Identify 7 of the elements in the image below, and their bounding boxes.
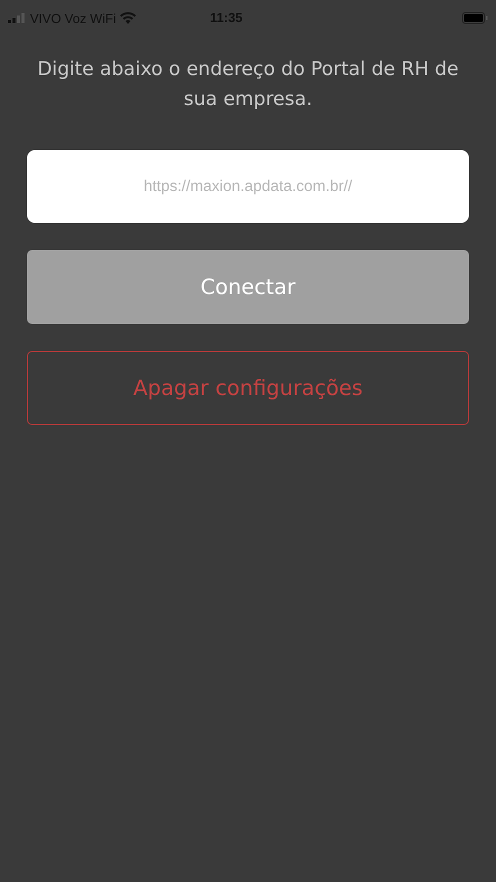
battery-icon: [462, 12, 488, 24]
url-field[interactable]: https://maxion.apdata.com.br//: [27, 150, 469, 223]
clear-settings-button[interactable]: Apagar configurações: [27, 351, 469, 425]
instruction-text: Digite abaixo o endereço do Portal de RH de sua empresa.: [36, 57, 460, 112]
connect-button[interactable]: Conectar: [27, 250, 469, 324]
wifi-icon: [120, 12, 136, 24]
signal-icon: [8, 13, 26, 23]
